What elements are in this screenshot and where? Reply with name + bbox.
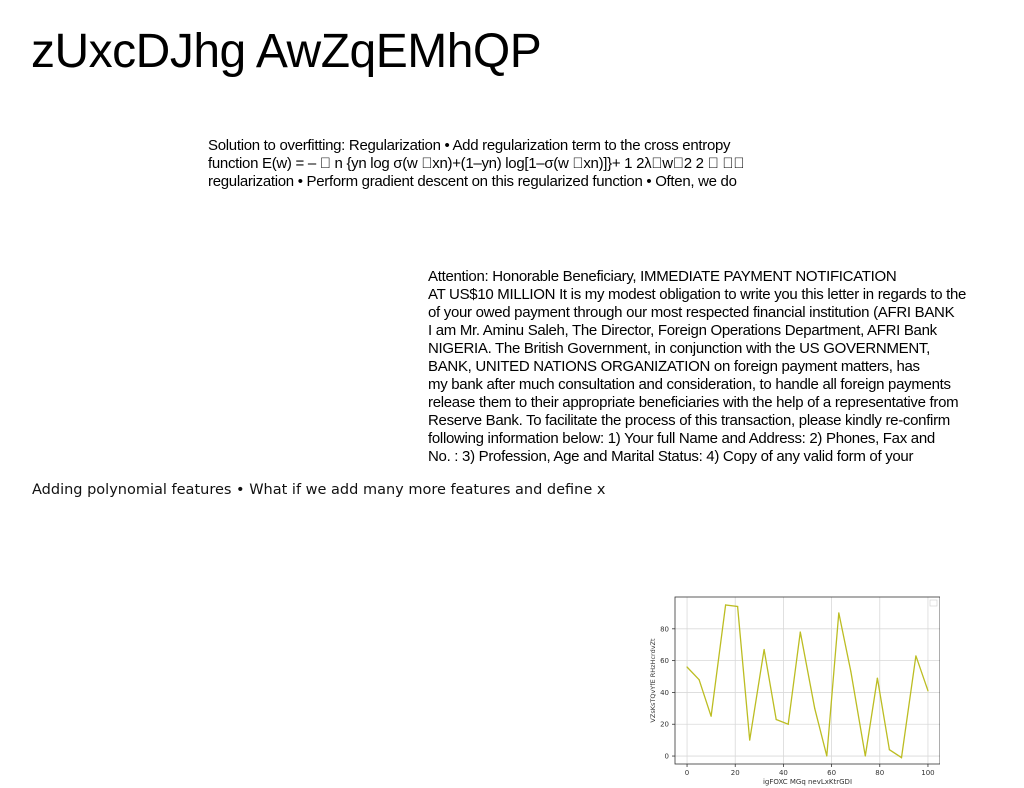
x-tick-label: 100 bbox=[921, 769, 934, 777]
data-point bbox=[826, 755, 828, 757]
text-block-regularization: Solution to overfitting: Regularization … bbox=[208, 137, 745, 191]
x-axis-label: igFOXC MGq nevLxKtrGDI bbox=[763, 778, 852, 786]
text-block-polynomial: Adding polynomial features • What if we … bbox=[32, 482, 606, 498]
data-point bbox=[838, 612, 840, 614]
text-line: BANK, UNITED NATIONS ORGANIZATION on for… bbox=[428, 358, 920, 375]
x-tick-label: 40 bbox=[779, 769, 788, 777]
legend-box bbox=[929, 599, 938, 607]
data-point bbox=[749, 739, 751, 741]
text-line: I am Mr. Aminu Saleh, The Director, Fore… bbox=[428, 322, 937, 339]
line-chart: 0 20 40 60 80 100 0 20 40 60 80 igFOXC MGq nevLxKtr… bbox=[649, 596, 940, 786]
data-point bbox=[737, 605, 739, 608]
data-point bbox=[710, 715, 712, 717]
y-tick-label: 60 bbox=[660, 657, 669, 665]
text-line: regularization • Perform gradient descen… bbox=[208, 173, 737, 190]
x-tick-label: 20 bbox=[731, 769, 740, 777]
text-line: AT US$10 MILLION It is my modest obligat… bbox=[428, 286, 967, 303]
data-point bbox=[915, 655, 917, 657]
y-tick-label: 0 bbox=[665, 753, 669, 761]
text-line: Solution to overfitting: Regularization … bbox=[208, 137, 731, 154]
x-tick-label: 80 bbox=[875, 769, 884, 777]
data-point bbox=[876, 677, 878, 679]
data-point bbox=[864, 755, 866, 757]
data-point bbox=[698, 679, 700, 681]
data-point bbox=[927, 690, 929, 692]
data-point bbox=[850, 671, 852, 673]
data-point bbox=[724, 604, 727, 606]
y-tick-label: 40 bbox=[660, 689, 669, 697]
text-line: Attention: Honorable Beneficiary, IMMEDI… bbox=[428, 268, 897, 285]
data-point bbox=[686, 666, 688, 668]
series-line bbox=[686, 604, 929, 759]
text-line: Reserve Bank. To facilitate the process … bbox=[428, 412, 950, 429]
y-tick-label: 80 bbox=[660, 625, 669, 633]
page-title: zUxcDJhg AwZqEMhQP bbox=[31, 25, 542, 78]
data-point bbox=[763, 648, 765, 651]
y-axis-label: VZsKsTQvYfE RHzHcrdvZt bbox=[649, 638, 657, 723]
y-tick-label: 20 bbox=[660, 721, 669, 729]
text-line: No. : 3) Profession, Age and Marital Sta… bbox=[428, 448, 914, 465]
text-line: release them to their appropriate benefi… bbox=[428, 394, 959, 411]
text-block-payment-notice: Attention: Honorable Beneficiary, IMMEDI… bbox=[428, 268, 966, 466]
text-line: following information below: 1) Your ful… bbox=[428, 430, 935, 447]
data-point bbox=[900, 757, 903, 759]
data-point bbox=[814, 707, 816, 709]
data-point bbox=[799, 631, 801, 633]
data-point bbox=[787, 723, 789, 725]
data-point bbox=[775, 718, 777, 721]
x-tick-label: 60 bbox=[827, 769, 836, 777]
text-line: my bank after much consultation and cons… bbox=[428, 376, 951, 393]
plot-frame bbox=[674, 596, 940, 765]
text-line: function E(w) = –   n {yn log σ(w  xn)+(… bbox=[208, 155, 745, 172]
x-tick-label: 0 bbox=[685, 769, 689, 777]
data-point bbox=[888, 749, 891, 751]
text-line: NIGERIA. The British Government, in conj… bbox=[428, 340, 930, 357]
text-line: of your owed payment through our most re… bbox=[428, 304, 955, 321]
